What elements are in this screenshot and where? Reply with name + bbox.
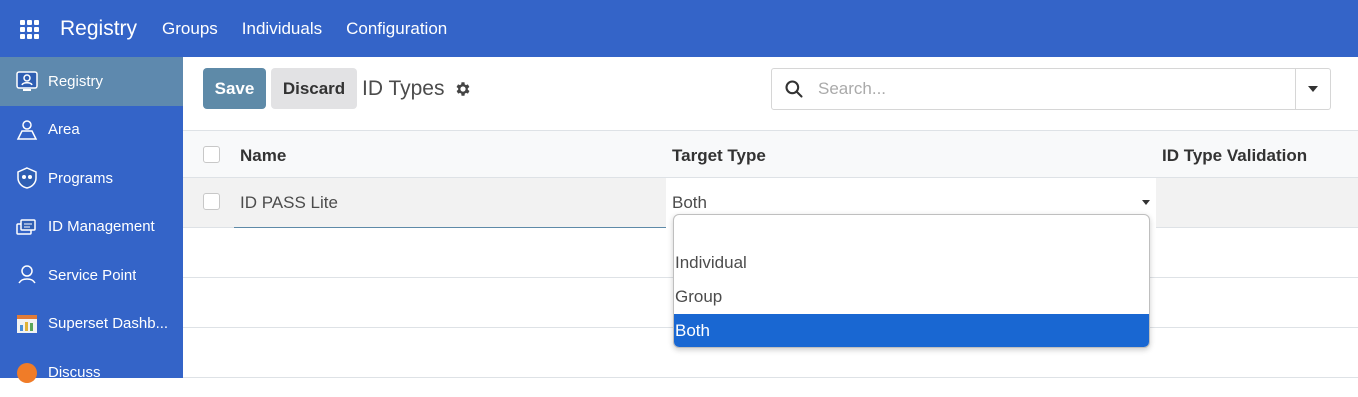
select-all-checkbox[interactable] <box>203 146 220 163</box>
target-type-value: Both <box>672 193 707 212</box>
table-header: Name Target Type ID Type Validation <box>183 130 1358 178</box>
sidebar-item-discuss[interactable]: Discuss <box>0 348 183 397</box>
search-options-toggle[interactable] <box>1295 68 1331 110</box>
column-header-id-type-validation[interactable]: ID Type Validation <box>1162 146 1307 166</box>
sidebar-item-area[interactable]: Area <box>0 106 183 155</box>
dashboard-icon <box>14 311 40 337</box>
dropdown-option-empty[interactable] <box>674 215 1149 249</box>
sidebar-item-registry[interactable]: Registry <box>0 57 183 106</box>
sidebar-item-superset-dashboard[interactable]: Superset Dashb... <box>0 300 183 349</box>
top-navbar: Registry Groups Individuals Configuratio… <box>0 0 1358 57</box>
page-title: ID Types <box>362 77 445 100</box>
sidebar-item-label: Programs <box>48 169 114 187</box>
breadcrumb: ID Types <box>362 77 472 101</box>
save-button[interactable]: Save <box>203 68 266 109</box>
chevron-down-icon <box>1308 86 1318 92</box>
gear-icon[interactable] <box>454 80 472 98</box>
dropdown-option-individual[interactable]: Individual <box>674 246 1149 280</box>
dropdown-option-group[interactable]: Group <box>674 280 1149 314</box>
search-input[interactable] <box>818 79 1268 99</box>
search-box <box>771 68 1296 110</box>
sidebar-item-label: Area <box>48 121 80 139</box>
sidebar-item-programs[interactable]: Programs <box>0 154 183 203</box>
sidebar-item-label: ID Management <box>48 218 155 236</box>
programs-icon <box>14 165 40 191</box>
menu-individuals[interactable]: Individuals <box>242 19 322 39</box>
column-header-target-type[interactable]: Target Type <box>672 146 766 166</box>
area-icon <box>14 117 40 143</box>
discuss-icon <box>14 359 40 385</box>
sidebar-item-label: Superset Dashb... <box>48 315 169 333</box>
search-icon <box>784 79 804 99</box>
sidebar-item-service-point[interactable]: Service Point <box>0 251 183 300</box>
apps-menu-icon[interactable] <box>20 19 40 39</box>
sidebar-item-label: Registry <box>48 72 104 90</box>
sidebar-item-label: Discuss <box>48 363 101 381</box>
chevron-down-icon <box>1142 200 1150 205</box>
sidebar-item-label: Service Point <box>48 266 137 284</box>
row-checkbox[interactable] <box>203 193 220 210</box>
column-header-name[interactable]: Name <box>240 146 286 166</box>
dropdown-option-both[interactable]: Both <box>674 314 1149 347</box>
menu-configuration[interactable]: Configuration <box>346 19 447 39</box>
sidebar: Registry Area Programs ID Management Ser… <box>0 57 183 384</box>
app-brand[interactable]: Registry <box>60 17 137 41</box>
registry-icon <box>14 68 40 94</box>
target-type-dropdown: Individual Group Both <box>673 214 1150 348</box>
menu-groups[interactable]: Groups <box>162 19 218 39</box>
discard-button[interactable]: Discard <box>271 68 357 109</box>
id-management-icon <box>14 214 40 240</box>
service-point-icon <box>14 262 40 288</box>
name-field[interactable]: ID PASS Lite <box>240 193 338 213</box>
sidebar-item-id-management[interactable]: ID Management <box>0 203 183 252</box>
